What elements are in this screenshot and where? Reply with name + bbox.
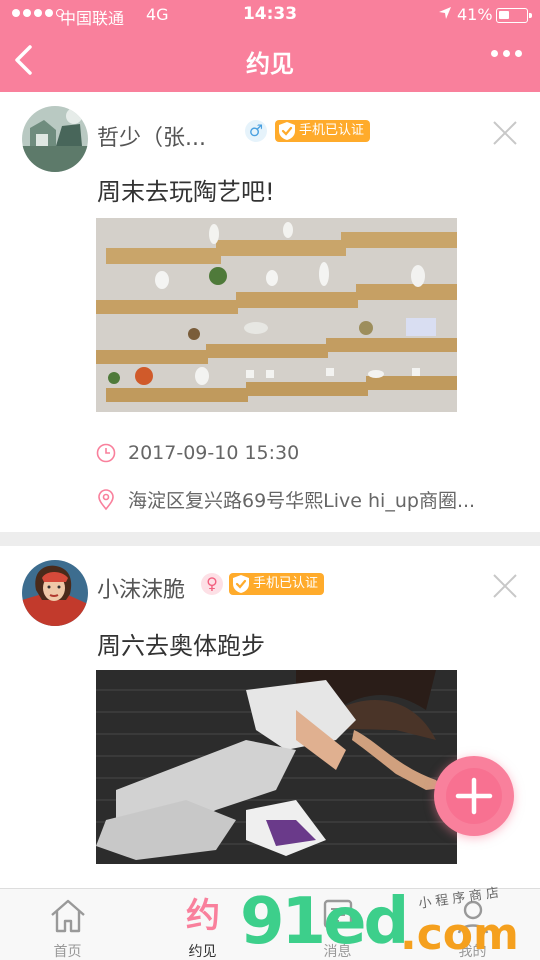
tab-home[interactable]: 首页 (0, 889, 135, 960)
tab-yuejian[interactable]: 约 约见 (135, 889, 270, 960)
app-header: 中国联通 4G 14:33 41% 约见 (0, 0, 540, 92)
add-post-button[interactable] (434, 756, 514, 836)
more-button[interactable] (491, 50, 522, 57)
post-title: 周末去玩陶艺吧! (97, 178, 275, 206)
battery-icon (496, 8, 532, 23)
home-icon (51, 899, 85, 933)
badge-label: 手机已认证 (299, 123, 365, 138)
clock-icon (96, 443, 116, 463)
tab-label: 约见 (188, 944, 217, 960)
location-pin-icon (98, 488, 114, 510)
message-icon (323, 899, 353, 929)
male-gender-icon: ♂ (245, 120, 267, 142)
username: 小沫沫脆 (97, 578, 186, 603)
shield-check-icon (279, 122, 295, 140)
post-time-text: 2017-09-10 15:30 (128, 442, 300, 464)
plus-icon (455, 777, 493, 815)
post-card[interactable]: 哲少（张... ♂ 手机已认证 周末去玩陶艺吧! 2017-09-10 15:3… (0, 92, 540, 532)
location-arrow-icon (438, 6, 452, 24)
post-card[interactable]: 小沫沫脆 ♀ 手机已认证 周六去奥体跑步 (0, 546, 540, 888)
female-gender-icon: ♀ (201, 573, 223, 595)
post-photo[interactable] (96, 218, 457, 412)
tab-messages[interactable]: 消息 (270, 889, 405, 960)
shield-check-icon (233, 575, 249, 593)
tab-profile[interactable]: 我的 (405, 889, 540, 960)
phone-verified-badge: 手机已认证 (229, 573, 325, 595)
tab-bar: 首页 约 约见 消息 我的 (0, 888, 540, 960)
battery-level (499, 11, 510, 19)
tab-label: 消息 (323, 944, 352, 960)
post-location[interactable]: 海淀区复兴路69号华熙Live hi_up商圈... (96, 486, 475, 513)
page-title: 约见 (246, 50, 294, 78)
avatar[interactable] (22, 560, 88, 626)
username: 哲少（张... (97, 126, 206, 151)
close-button[interactable] (492, 120, 518, 146)
status-bar: 中国联通 4G 14:33 41% (0, 0, 540, 32)
post-location-text: 海淀区复兴路69号华熙Live hi_up商圈... (128, 490, 476, 512)
profile-icon (457, 900, 489, 934)
avatar[interactable] (22, 106, 88, 172)
close-icon (493, 574, 517, 598)
battery-percent: 41% (457, 5, 493, 24)
phone-verified-badge: 手机已认证 (275, 120, 371, 142)
post-photo[interactable] (96, 670, 457, 864)
close-icon (493, 121, 517, 145)
close-button[interactable] (492, 573, 518, 599)
post-time: 2017-09-10 15:30 (96, 442, 299, 464)
yue-icon: 约 (186, 896, 220, 936)
tab-label: 首页 (53, 944, 82, 960)
badge-label: 手机已认证 (253, 576, 319, 591)
post-title: 周六去奥体跑步 (97, 632, 265, 660)
tab-label: 我的 (458, 944, 487, 960)
